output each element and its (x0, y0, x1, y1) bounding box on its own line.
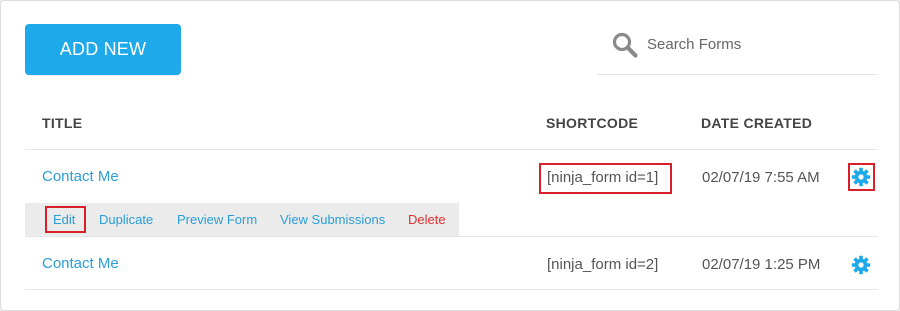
preview-form-action[interactable]: Preview Form (177, 212, 257, 227)
edit-action[interactable]: Edit (53, 212, 75, 227)
search-input[interactable] (647, 29, 867, 59)
header-divider (25, 149, 878, 150)
form-shortcode: [ninja_form id=1] (547, 169, 659, 186)
row-divider (25, 236, 878, 237)
column-header-shortcode: SHORTCODE (546, 115, 639, 131)
gear-icon[interactable] (851, 167, 871, 187)
form-shortcode: [ninja_form id=2] (547, 256, 659, 273)
forms-panel: ADD NEW TITLE SHORTCODE DATE CREATED Con… (0, 0, 900, 311)
add-new-button[interactable]: ADD NEW (25, 24, 181, 75)
form-date-created: 02/07/19 7:55 AM (702, 169, 820, 186)
form-date-created: 02/07/19 1:25 PM (702, 256, 821, 273)
duplicate-action[interactable]: Duplicate (99, 212, 153, 227)
search-icon[interactable] (611, 31, 639, 59)
delete-action[interactable]: Delete (408, 212, 446, 227)
column-header-date-created[interactable]: DATE CREATED (701, 115, 812, 131)
form-title-link[interactable]: Contact Me (42, 255, 119, 272)
row-divider (25, 289, 878, 290)
row-actions: Edit Duplicate Preview Form View Submiss… (25, 203, 459, 236)
form-title-link[interactable]: Contact Me (42, 168, 119, 185)
search-box (597, 15, 878, 75)
view-submissions-action[interactable]: View Submissions (280, 212, 385, 227)
column-header-title[interactable]: TITLE (42, 115, 82, 131)
gear-icon[interactable] (851, 255, 871, 275)
